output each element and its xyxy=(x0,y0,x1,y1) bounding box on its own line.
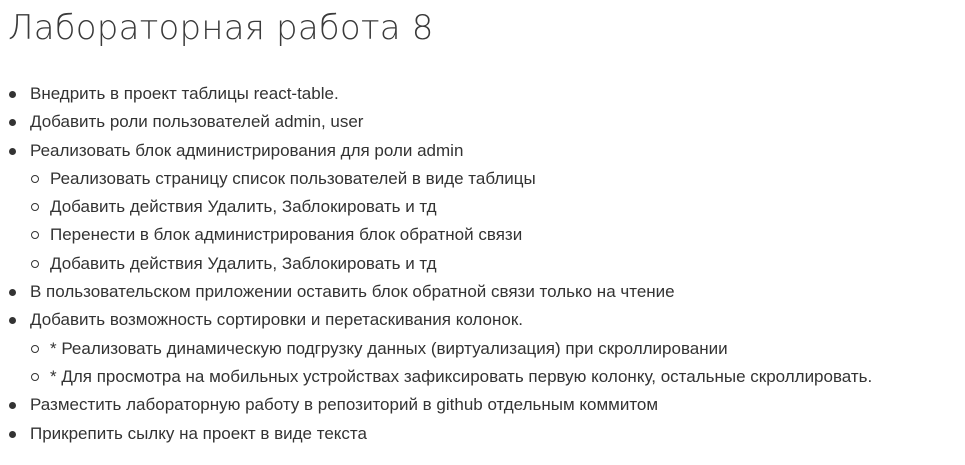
list-item-text: Добавить возможность сортировки и перета… xyxy=(30,310,523,330)
task-list: Внедрить в проект таблицы react-table. Д… xyxy=(8,80,965,448)
bullet-dot-icon xyxy=(9,289,16,297)
list-item: Добавить роли пользователей admin, user xyxy=(8,108,965,136)
list-item: Реализовать блок администрирования для р… xyxy=(8,137,965,278)
sub-list-item: Добавить действия Удалить, Заблокировать… xyxy=(30,193,965,221)
bullet-circle-icon xyxy=(31,231,39,240)
bullet-circle-icon xyxy=(31,203,39,212)
list-item-text: В пользовательском приложении оставить б… xyxy=(30,282,675,302)
bullet-dot-icon xyxy=(9,430,16,438)
sub-list-item-text: * Реализовать динамическую подгрузку дан… xyxy=(50,338,728,358)
sub-list-item: Добавить действия Удалить, Заблокировать… xyxy=(30,250,965,278)
list-item-text: Внедрить в проект таблицы react-table. xyxy=(30,84,339,103)
document-page: Лабораторная работа 8 Внедрить в проект … xyxy=(0,0,965,465)
sub-list: Реализовать страницу список пользователе… xyxy=(30,165,965,278)
bullet-dot-icon xyxy=(9,147,16,155)
bullet-dot-icon xyxy=(9,402,16,410)
page-title: Лабораторная работа 8 xyxy=(8,8,434,48)
bullet-circle-icon xyxy=(31,174,39,183)
bullet-dot-icon xyxy=(9,91,16,98)
list-item: Внедрить в проект таблицы react-table. xyxy=(8,80,965,108)
sub-list-item: * Для просмотра на мобильных устройствах… xyxy=(30,363,965,391)
sub-list: * Реализовать динамическую подгрузку дан… xyxy=(30,335,965,392)
sub-list-item-text: Добавить действия Удалить, Заблокировать… xyxy=(50,253,437,273)
list-item-text: Реализовать блок администрирования для р… xyxy=(30,140,464,160)
sub-list-item-text: Перенести в блок администрирования блок … xyxy=(50,225,523,245)
list-item: В пользовательском приложении оставить б… xyxy=(8,278,965,306)
list-item: Прикрепить сылку на проект в виде текста xyxy=(8,420,965,448)
list-item-text: Разместить лабораторную работу в репозит… xyxy=(30,395,659,415)
bullet-circle-icon xyxy=(31,372,39,381)
sub-list-item: Перенести в блок администрирования блок … xyxy=(30,221,965,249)
list-item-text: Прикрепить сылку на проект в виде текста xyxy=(30,423,367,443)
sub-list-item: Реализовать страницу список пользователе… xyxy=(30,165,965,193)
bullet-circle-icon xyxy=(31,259,39,268)
sub-list-item-text: * Для просмотра на мобильных устройствах… xyxy=(50,366,873,386)
sub-list-item: * Реализовать динамическую подгрузку дан… xyxy=(30,335,965,363)
sub-list-item-text: Реализовать страницу список пользователе… xyxy=(50,168,536,188)
sub-list-item-text: Добавить действия Удалить, Заблокировать… xyxy=(50,197,437,217)
list-item: Добавить возможность сортировки и перета… xyxy=(8,306,965,391)
bullet-circle-icon xyxy=(31,344,39,353)
bullet-dot-icon xyxy=(9,317,16,325)
list-item: Разместить лабораторную работу в репозит… xyxy=(8,391,965,419)
list-item-text: Добавить роли пользователей admin, user xyxy=(30,112,364,132)
bullet-dot-icon xyxy=(9,119,16,127)
